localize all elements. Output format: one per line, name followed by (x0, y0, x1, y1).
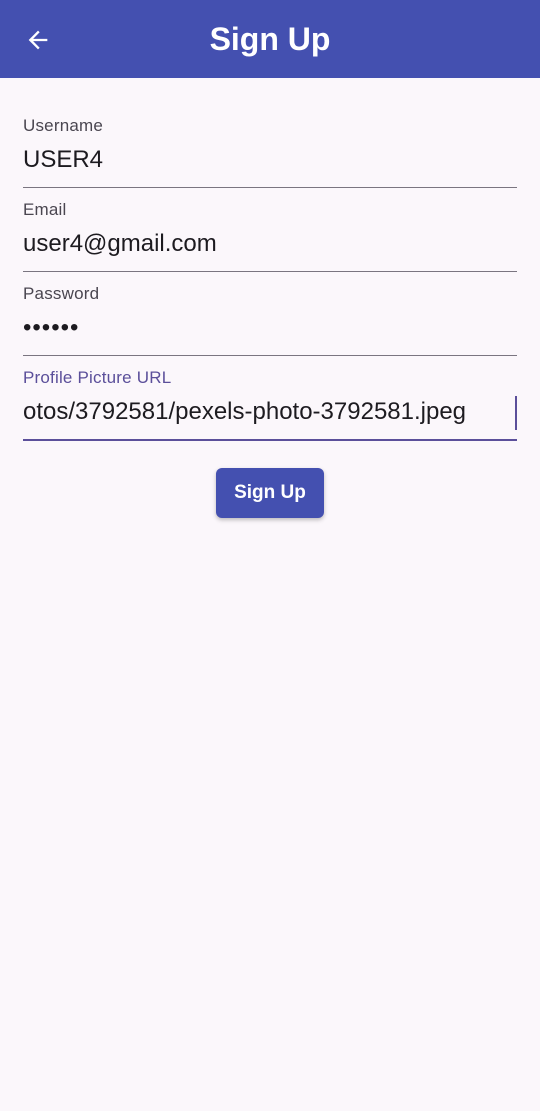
username-field[interactable]: Username (23, 84, 517, 188)
password-field[interactable]: Password (23, 252, 517, 356)
profile-picture-url-input[interactable] (23, 394, 513, 430)
page-title: Sign Up (209, 21, 331, 57)
arrow-back-icon (28, 30, 48, 50)
profile-picture-url-underline (23, 439, 517, 441)
text-cursor (515, 396, 517, 430)
email-field[interactable]: Email (23, 168, 517, 272)
username-label: Username (23, 116, 104, 135)
sign-up-button[interactable]: Sign Up (216, 468, 324, 518)
profile-picture-url-label: Profile Picture URL (23, 368, 172, 387)
profile-picture-url-field[interactable]: Profile Picture URL (23, 336, 517, 441)
email-label: Email (23, 200, 67, 219)
back-button[interactable] (18, 20, 58, 60)
password-label: Password (23, 284, 100, 303)
app-bar: Sign Up (0, 0, 540, 78)
